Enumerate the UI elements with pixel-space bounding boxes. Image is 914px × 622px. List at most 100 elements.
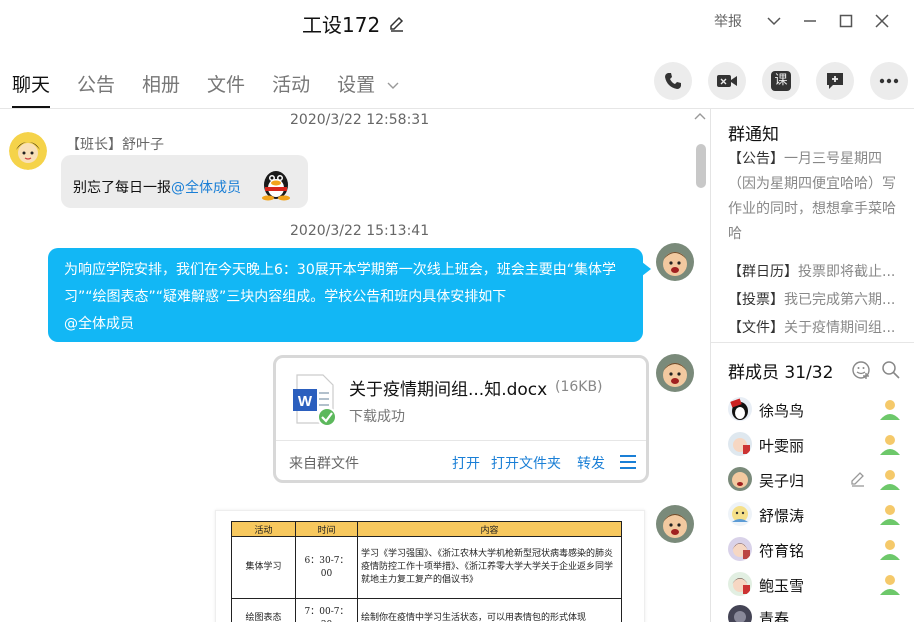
avatar[interactable]: [656, 243, 694, 281]
forward-link[interactable]: 转发: [577, 453, 605, 473]
close-icon[interactable]: [864, 10, 900, 32]
svg-text:W: W: [298, 393, 313, 410]
chevron-down-icon: [387, 82, 399, 89]
tab-files-label: 文件: [207, 74, 246, 96]
minimize-icon[interactable]: [792, 10, 828, 32]
girl-avatar-icon: [728, 572, 752, 596]
message-timestamp: 2020/3/22 15:13:41: [290, 223, 430, 239]
course-label: 课: [771, 71, 791, 91]
member-item[interactable]: 吴子归: [728, 465, 904, 495]
tab-album[interactable]: 相册: [142, 60, 180, 106]
image-message[interactable]: 活动 时间 内容 集体学习 6：30-7：00 学习《学习强国》、《浙江农林大学…: [215, 510, 645, 622]
chat-plus-icon: [827, 73, 843, 89]
member-role-icon: [880, 400, 900, 420]
message-bubble-incoming[interactable]: 别忘了每日一报@全体成员: [61, 155, 308, 208]
chat-scrollbar-thumb[interactable]: [696, 144, 706, 188]
table-header: 活动: [231, 521, 296, 537]
member-name: 青春: [759, 610, 790, 622]
member-name: 符育铭: [759, 542, 805, 560]
download-status: 下载成功: [349, 409, 405, 425]
title-bar: 工设172 举报: [0, 0, 914, 46]
report-link[interactable]: 举报: [714, 11, 742, 31]
window-title-group: 工设172: [302, 9, 406, 38]
file-card[interactable]: W 关于疫情期间组...知.docx (16KB) 下载成功 来自群文件 打开 …: [273, 355, 649, 483]
word-document-icon: W: [293, 374, 337, 427]
girl-avatar-icon: [728, 432, 752, 456]
notice-text: 关于疫情期间组...: [784, 320, 896, 336]
tab-settings[interactable]: 设置: [337, 60, 399, 106]
tab-announcement[interactable]: 公告: [77, 60, 115, 106]
member-item[interactable]: 鲍玉雪: [728, 570, 904, 600]
video-camera-icon: [717, 75, 737, 87]
video-call-button[interactable]: [708, 62, 746, 100]
notice-text: 我已完成第六期...: [784, 292, 896, 308]
member-item[interactable]: 舒憬涛: [728, 500, 904, 530]
member-item[interactable]: 徐鸟鸟: [728, 395, 904, 425]
girl-avatar-icon: [728, 537, 752, 561]
member-role-icon: [880, 575, 900, 595]
member-item[interactable]: 叶雯丽: [728, 430, 904, 460]
toolbar: 课: [654, 62, 908, 100]
maximize-icon[interactable]: [828, 10, 864, 32]
tab-activity[interactable]: 活动: [272, 60, 310, 106]
divider: [711, 342, 914, 343]
table-header: 内容: [357, 521, 622, 537]
tab-announcement-label: 公告: [77, 74, 116, 96]
tab-chat[interactable]: 聊天: [12, 60, 51, 108]
search-icon[interactable]: [881, 360, 901, 380]
notice-tag: 【群日历】: [728, 264, 798, 280]
notice-item[interactable]: 【投票】我已完成第六期...: [728, 289, 906, 309]
notice-item[interactable]: 【文件】关于疫情期间组...: [728, 317, 906, 337]
boy-face-avatar-icon: [656, 354, 694, 392]
tab-activity-label: 活动: [272, 74, 311, 96]
table-cell: 集体学习: [231, 536, 296, 599]
edit-title-icon[interactable]: [388, 15, 406, 33]
member-item[interactable]: 青春: [728, 603, 904, 622]
voice-call-button[interactable]: [654, 62, 692, 100]
panel-divider: [710, 109, 711, 622]
menu-icon[interactable]: [620, 455, 636, 469]
avatar: [728, 467, 752, 491]
window-title: 工设172: [302, 13, 381, 37]
message-bubble-outgoing[interactable]: 为响应学院安排，我们在今天晚上6：30展开本学期第一次线上班会，班会主要由“集体…: [48, 248, 651, 342]
avatar: [728, 397, 752, 421]
boy-face-avatar-icon: [656, 243, 694, 281]
table-cell: 学习《学习强国》、《浙江农林大学机枪新型冠状病毒感染的肺炎疫情防控工作十项举措》…: [357, 536, 622, 599]
tab-files[interactable]: 文件: [207, 60, 245, 106]
members-tools: [851, 360, 901, 380]
more-button[interactable]: [870, 62, 908, 100]
message-timestamp: 2020/3/22 12:58:31: [290, 112, 430, 128]
boy-face-avatar-icon: [728, 467, 752, 491]
course-button[interactable]: 课: [762, 62, 800, 100]
notice-tag: 【文件】: [728, 320, 784, 336]
notice-announcement[interactable]: 【公告】一月三号星期四（因为星期四便宜哈哈）写作业的同时，想想拿手菜哈哈: [728, 147, 904, 247]
table-cell: 7：00-7：30: [295, 598, 358, 622]
avatar[interactable]: [9, 132, 47, 170]
notice-item[interactable]: 【群日历】投票即将截止...: [728, 261, 906, 281]
avatar: [728, 432, 752, 456]
open-folder-link[interactable]: 打开文件夹: [491, 453, 561, 473]
more-dots-icon: [879, 78, 899, 84]
member-name: 徐鸟鸟: [759, 402, 805, 420]
edit-icon[interactable]: [849, 470, 867, 488]
avatar: [728, 572, 752, 596]
tab-divider: [0, 108, 914, 109]
table-cell: 绘图表态: [231, 598, 296, 622]
member-item[interactable]: 符育铭: [728, 535, 904, 565]
invite-member-icon[interactable]: [851, 360, 871, 380]
avatar[interactable]: [656, 354, 694, 392]
member-name: 吴子归: [759, 472, 805, 490]
member-name: 叶雯丽: [759, 437, 805, 455]
file-name[interactable]: 关于疫情期间组...知.docx: [349, 375, 547, 400]
avatar: [728, 605, 752, 622]
file-source: 来自群文件: [289, 456, 359, 472]
add-message-button[interactable]: [816, 62, 854, 100]
chevron-down-icon[interactable]: [756, 10, 792, 32]
scroll-up-arrow-icon[interactable]: [694, 112, 706, 120]
cartoon-avatar-icon: [728, 502, 752, 526]
mention-link[interactable]: @全体成员: [64, 316, 134, 332]
table-header-row: 活动 时间 内容: [231, 521, 622, 537]
mention-link[interactable]: @全体成员: [171, 180, 241, 196]
avatar[interactable]: [656, 505, 694, 543]
open-file-link[interactable]: 打开: [452, 453, 480, 473]
